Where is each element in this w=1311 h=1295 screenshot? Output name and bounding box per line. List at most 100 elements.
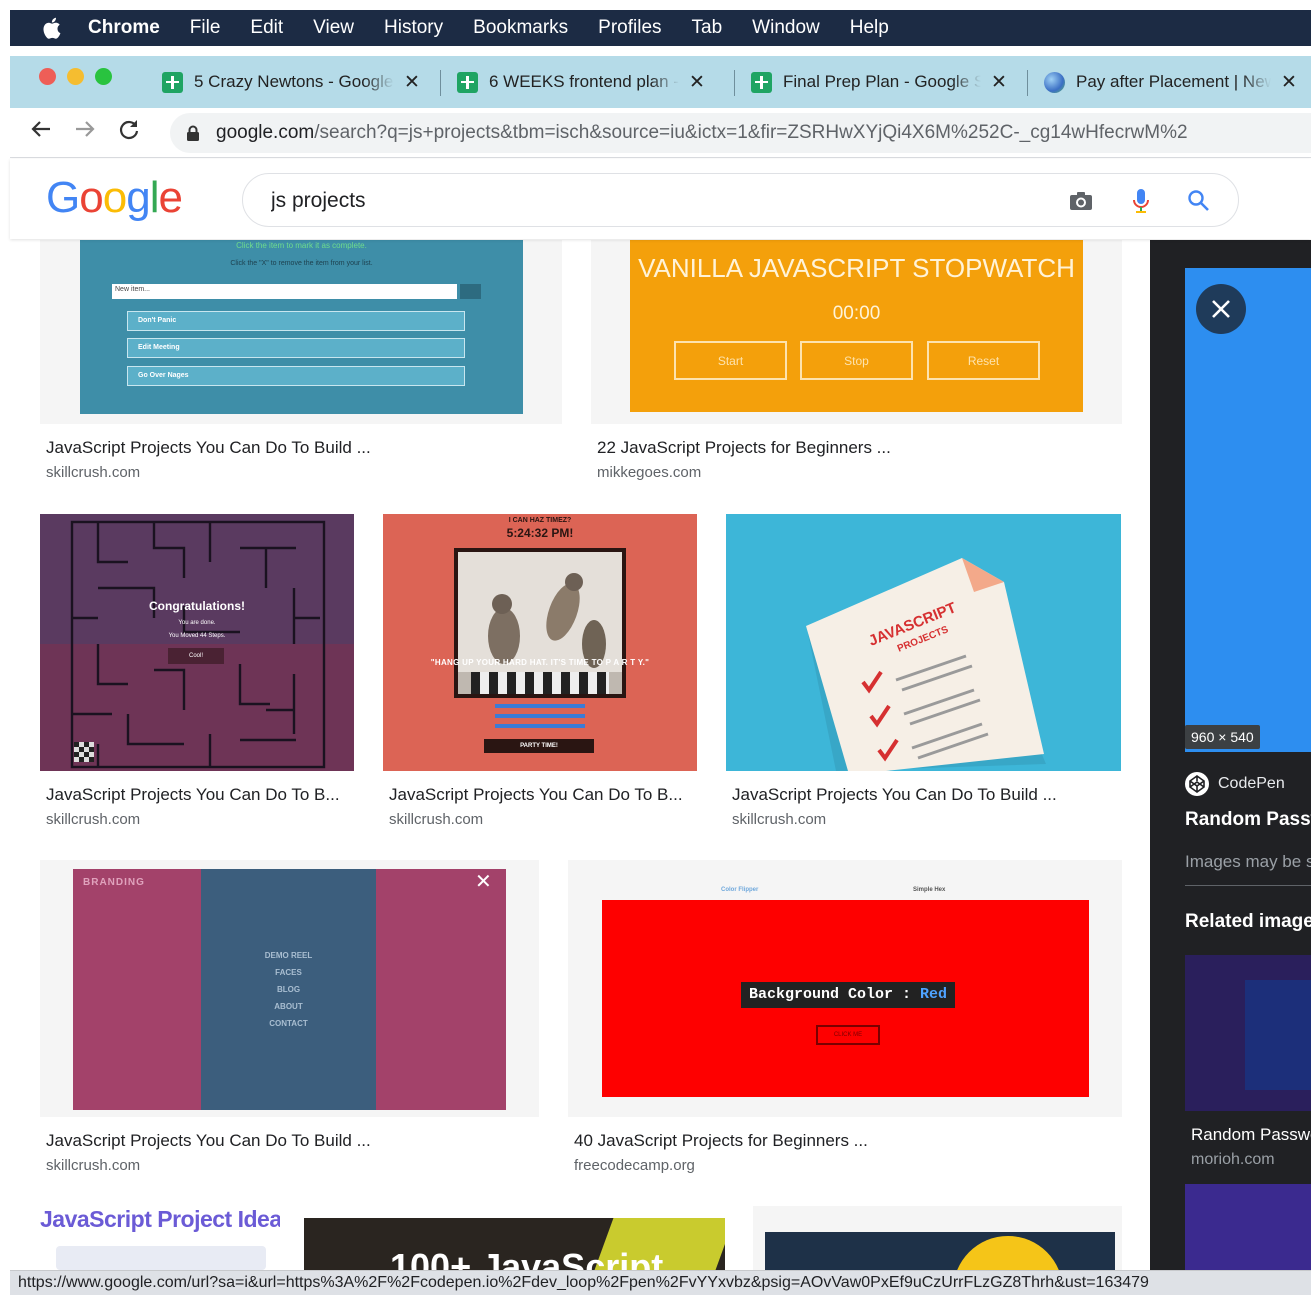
window-controls [39, 68, 112, 85]
party-bar [495, 704, 585, 708]
source-site-name: CodePen [1218, 775, 1285, 792]
result-thumbnail[interactable]: Color Flipper Simple Hex Background Colo… [568, 860, 1122, 1117]
result-source[interactable]: mikkegoes.com [597, 464, 701, 481]
bg-value: Red [920, 986, 948, 1003]
google-logo[interactable]: Google [46, 173, 183, 223]
close-tab-icon[interactable]: ✕ [991, 71, 1007, 94]
forward-icon[interactable] [68, 118, 102, 147]
result-source[interactable]: freecodecamp.org [574, 1157, 695, 1174]
todo-item: Edit Meeting [127, 338, 465, 358]
menu-file[interactable]: File [190, 17, 221, 39]
todo-item: Go Over Nages [127, 366, 465, 386]
menu-tab[interactable]: Tab [692, 17, 723, 39]
camera-icon[interactable] [1067, 187, 1095, 215]
menu-edit[interactable]: Edit [250, 17, 283, 39]
party-top: I CAN HAZ TIMEZ? [508, 517, 572, 524]
tab-3[interactable]: Final Prep Plan - Google Sheets ✕ [751, 66, 1007, 98]
related-image[interactable] [1185, 1184, 1311, 1270]
result-thumbnail[interactable]: VANILLA JAVASCRIPT STOPWATCH 00:00 Start… [591, 240, 1122, 424]
menu-window[interactable]: Window [752, 17, 820, 39]
result-title[interactable]: JavaScript Projects You Can Do To B... [46, 785, 340, 805]
toolbar: google.com/search?q=js+projects&tbm=isch… [10, 108, 1311, 158]
result-source[interactable]: skillcrush.com [46, 464, 140, 481]
result-source[interactable]: skillcrush.com [732, 811, 826, 828]
close-preview-button[interactable] [1196, 284, 1246, 334]
sheets-icon [162, 71, 183, 93]
tab-4[interactable]: Pay after Placement | Newton School ✕ [1044, 66, 1297, 98]
result-thumbnail[interactable]: Congratulations! You are done. You Moved… [40, 514, 354, 771]
branding-menu-item: ABOUT [274, 1002, 303, 1011]
tab-1[interactable]: 5 Crazy Newtons - Google Sheets ✕ [162, 66, 420, 98]
related-image-title[interactable]: Random Password [1191, 1125, 1311, 1145]
result-thumbnail[interactable]: DEMO REEL FACES BLOG ABOUT CONTACT BRAND… [40, 860, 539, 1117]
close-window-button[interactable] [39, 68, 56, 85]
branding-menu-item: BLOG [276, 985, 301, 994]
menu-chrome[interactable]: Chrome [88, 17, 160, 39]
result-thumbnail[interactable]: JAVASCRIPT PROJECTS [726, 514, 1121, 771]
result-thumbnail[interactable] [753, 1206, 1122, 1270]
close-tab-icon[interactable]: ✕ [1281, 71, 1297, 94]
result-source[interactable]: skillcrush.com [46, 811, 140, 828]
result-title[interactable]: JavaScript Projects You Can Do To Build … [46, 1131, 371, 1151]
tab-title: 6 WEEKS frontend plan - Google Sheets [489, 72, 679, 91]
preview-image[interactable] [1185, 268, 1311, 752]
result-thumbnail[interactable]: Click the item to mark it as complete. C… [40, 240, 562, 424]
branding-menu-item: DEMO REEL [264, 951, 313, 960]
image-results: Click the item to mark it as complete. C… [10, 240, 1150, 1270]
result-thumbnail[interactable]: 100+ JavaScript [304, 1218, 725, 1270]
minimize-window-button[interactable] [67, 68, 84, 85]
result-source[interactable]: skillcrush.com [389, 811, 483, 828]
result-title[interactable]: 22 JavaScript Projects for Beginners ... [597, 438, 891, 458]
hundred-title: 100+ JavaScript [390, 1246, 664, 1270]
menu-bookmarks[interactable]: Bookmarks [473, 17, 568, 39]
menu-help[interactable]: Help [850, 17, 889, 39]
result-title[interactable]: JavaScript Projects You Can Do To Build … [732, 785, 1057, 805]
menu-profiles[interactable]: Profiles [598, 17, 661, 39]
lock-icon [187, 125, 199, 141]
related-image[interactable] [1185, 955, 1311, 1111]
result-title[interactable]: JavaScript Projects You Can Do To B... [389, 785, 683, 805]
menu-view[interactable]: View [313, 17, 354, 39]
menu-bar: Chrome File Edit View History Bookmarks … [10, 10, 1311, 46]
result-thumbnail[interactable]: I CAN HAZ TIMEZ? 5:24:32 PM! "HANG UP YO… [383, 514, 697, 771]
screen: Chrome File Edit View History Bookmarks … [0, 0, 1311, 1295]
todo-item: Don't Panic [127, 311, 465, 331]
result-title[interactable]: JavaScript Projects You Can Do To Build … [46, 438, 371, 458]
sheets-icon [457, 71, 478, 93]
sheets-icon [751, 71, 772, 93]
party-checker [471, 672, 609, 694]
result-source[interactable]: skillcrush.com [46, 1157, 140, 1174]
tab-2[interactable]: 6 WEEKS frontend plan - Google Sheets ✕ [457, 66, 705, 98]
todo-app-preview: Click the item to mark it as complete. C… [80, 240, 523, 414]
preview-title[interactable]: Random Password Generator [1185, 809, 1311, 831]
reload-icon[interactable] [112, 118, 146, 147]
bg-top-left: Color Flipper [721, 887, 759, 893]
url-path: /search?q=js+projects&tbm=isch&source=iu… [314, 122, 1188, 143]
tab-separator [734, 70, 735, 96]
close-tab-icon[interactable]: ✕ [404, 71, 420, 94]
todo-line1: Click the item to mark it as complete. [236, 241, 367, 250]
tab-separator [1027, 70, 1028, 96]
result-thumbnail[interactable]: JavaScript Project Idea [40, 1206, 280, 1270]
result-title[interactable]: 40 JavaScript Projects for Beginners ... [574, 1131, 868, 1151]
back-icon[interactable] [24, 118, 58, 147]
stopwatch-title: VANILLA JAVASCRIPT STOPWATCH [638, 253, 1075, 283]
search-input[interactable] [271, 186, 1031, 216]
menu-history[interactable]: History [384, 17, 443, 39]
microphone-icon[interactable] [1127, 187, 1155, 215]
apple-icon[interactable] [38, 16, 68, 40]
codepen-icon [1185, 772, 1209, 796]
stopwatch-reset: Reset [927, 341, 1040, 380]
bg-top-right: Simple Hex [913, 887, 946, 893]
zoom-window-button[interactable] [95, 68, 112, 85]
url-bar[interactable]: google.com/search?q=js+projects&tbm=isch… [170, 113, 1311, 153]
close-tab-icon[interactable]: ✕ [689, 71, 705, 94]
party-bar [495, 714, 585, 718]
party-button: PARTY TIME! [484, 739, 594, 753]
branding-menu-panel: DEMO REEL FACES BLOG ABOUT CONTACT [201, 869, 376, 1110]
party-time: 5:24:32 PM! [506, 526, 574, 540]
idea-bar [56, 1246, 266, 1270]
search-icon[interactable] [1185, 187, 1213, 215]
related-image-source[interactable]: morioh.com [1191, 1151, 1275, 1169]
source-site[interactable]: CodePen [1185, 772, 1285, 796]
